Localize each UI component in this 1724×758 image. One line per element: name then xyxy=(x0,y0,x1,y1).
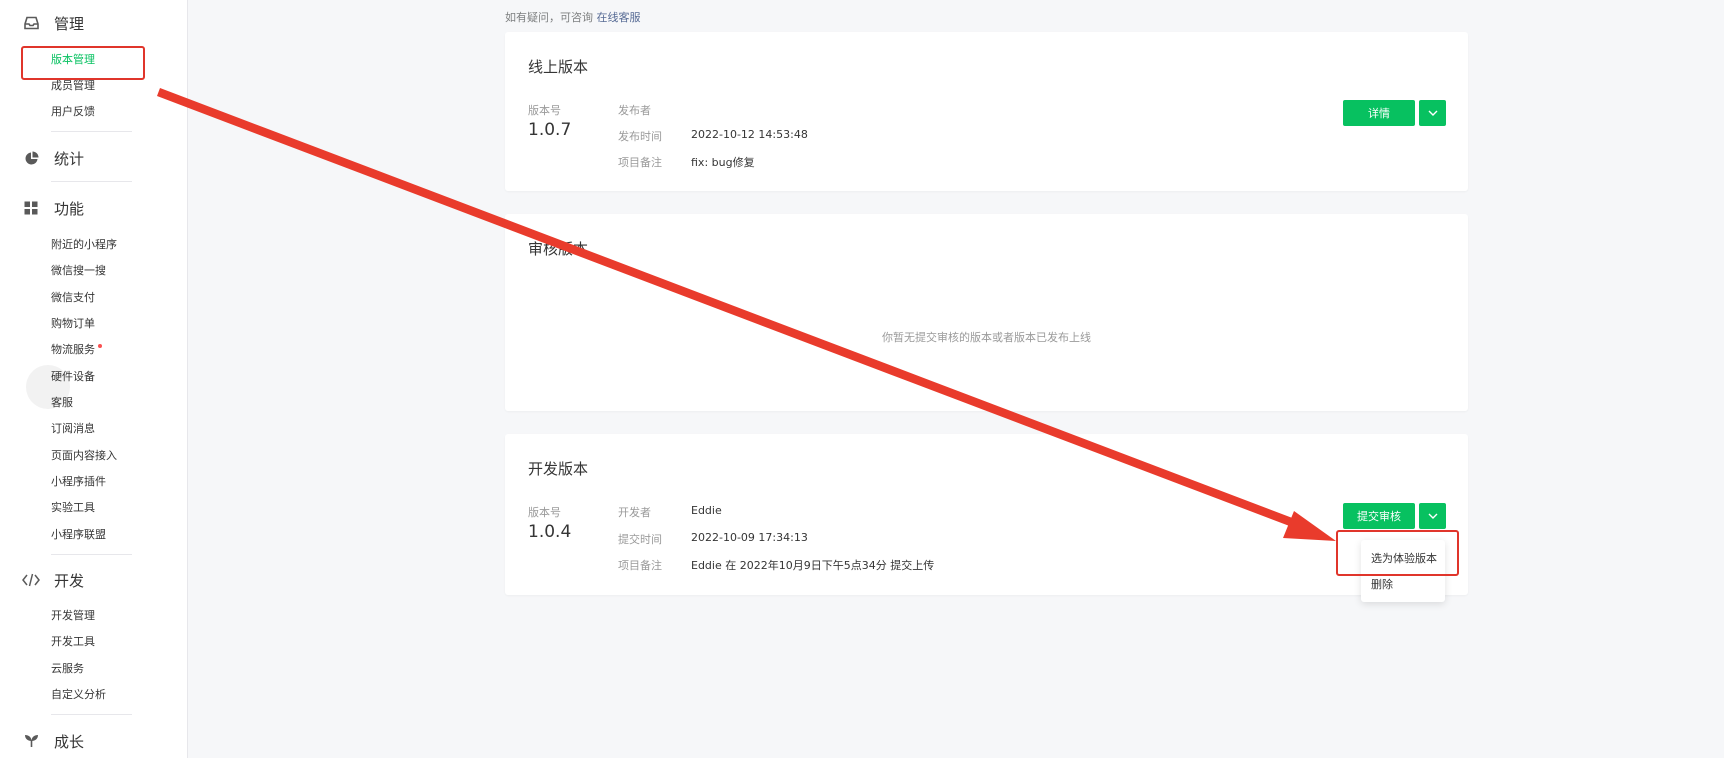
sidebar-item-subscribe-messages[interactable]: 订阅消息 xyxy=(51,421,95,437)
divider xyxy=(51,554,132,555)
submit-review-button[interactable]: 提交审核 xyxy=(1343,503,1415,529)
sidebar-item-dev-tools[interactable]: 开发工具 xyxy=(51,634,95,650)
sprout-icon xyxy=(22,732,40,750)
nav-group-label: 开发 xyxy=(54,571,85,590)
empty-state-text: 你暂无提交审核的版本或者版本已发布上线 xyxy=(882,331,1091,344)
code-icon xyxy=(22,571,40,589)
nav-group-label: 管理 xyxy=(54,14,85,33)
helper-text: 如有疑问，可咨询 xyxy=(505,11,593,24)
chevron-down-icon xyxy=(1428,110,1437,116)
sidebar: 管理 版本管理 成员管理 用户反馈 统计 功能 附近的小程序 微信搜一搜 微信支… xyxy=(0,0,188,758)
submit-time-label: 提交时间 xyxy=(618,533,662,546)
version-label: 版本号 xyxy=(528,506,561,519)
version-label: 版本号 xyxy=(528,104,561,117)
version-number: 1.0.4 xyxy=(528,522,572,542)
annotation-box-sidebar xyxy=(21,46,145,80)
nav-group-label: 功能 xyxy=(54,199,85,218)
dev-more-button[interactable] xyxy=(1419,503,1446,529)
sidebar-item-alliance[interactable]: 小程序联盟 xyxy=(51,527,106,543)
sidebar-item-custom-analysis[interactable]: 自定义分析 xyxy=(51,687,106,703)
sidebar-item-wechat-pay[interactable]: 微信支付 xyxy=(51,290,95,306)
sidebar-item-shopping-orders[interactable]: 购物订单 xyxy=(51,316,95,332)
chevron-down-icon xyxy=(1428,513,1437,519)
developer-value: Eddie xyxy=(691,504,722,517)
sidebar-item-customer-service[interactable]: 客服 xyxy=(51,395,73,411)
detail-button[interactable]: 详情 xyxy=(1343,100,1415,126)
nav-group-stats[interactable]: 统计 xyxy=(22,146,84,170)
sidebar-item-label: 物流服务 xyxy=(51,343,95,356)
sidebar-item-hardware[interactable]: 硬件设备 xyxy=(51,369,95,385)
helper-line: 如有疑问，可咨询 在线客服 xyxy=(505,9,641,25)
sidebar-item-dev-management[interactable]: 开发管理 xyxy=(51,608,95,624)
developer-label: 开发者 xyxy=(618,506,651,519)
nav-group-growth[interactable]: 成长 xyxy=(22,729,84,753)
new-badge-dot xyxy=(98,344,102,348)
sidebar-item-member-management[interactable]: 成员管理 xyxy=(51,78,95,94)
card-title: 审核版本 xyxy=(528,240,589,258)
annotation-box-dropdown xyxy=(1336,530,1459,576)
divider xyxy=(51,714,132,715)
online-support-link[interactable]: 在线客服 xyxy=(597,11,641,24)
note-label: 项目备注 xyxy=(618,559,662,572)
sidebar-item-nearby-miniprogram[interactable]: 附近的小程序 xyxy=(51,237,117,253)
nav-group-label: 统计 xyxy=(54,149,85,168)
sidebar-item-cloud-service[interactable]: 云服务 xyxy=(51,661,84,677)
delete-item[interactable]: 删除 xyxy=(1371,576,1393,592)
grid-icon xyxy=(22,199,40,217)
online-more-button[interactable] xyxy=(1419,100,1446,126)
online-version-card: 线上版本 版本号 1.0.7 发布者 发布时间 2022-10-12 14:53… xyxy=(505,32,1468,191)
dev-version-card: 开发版本 版本号 1.0.4 开发者 Eddie 提交时间 2022-10-09… xyxy=(505,434,1468,595)
publisher-label: 发布者 xyxy=(618,104,651,117)
sidebar-item-plugins[interactable]: 小程序插件 xyxy=(51,474,106,490)
nav-group-develop[interactable]: 开发 xyxy=(22,568,84,592)
nav-group-label: 成长 xyxy=(54,732,85,751)
divider xyxy=(51,131,132,132)
card-title: 开发版本 xyxy=(528,460,589,478)
note-value: fix: bug修复 xyxy=(691,156,755,169)
inbox-icon xyxy=(22,14,40,32)
pie-chart-icon xyxy=(22,149,40,167)
version-number: 1.0.7 xyxy=(528,120,572,140)
divider xyxy=(51,181,132,182)
nav-group-manage[interactable]: 管理 xyxy=(22,11,84,35)
sidebar-item-page-content[interactable]: 页面内容接入 xyxy=(51,448,117,464)
sidebar-item-user-feedback[interactable]: 用户反馈 xyxy=(51,104,95,120)
review-version-card: 审核版本 你暂无提交审核的版本或者版本已发布上线 xyxy=(505,214,1468,411)
sidebar-item-logistics[interactable]: 物流服务 xyxy=(51,342,102,358)
publish-time-value: 2022-10-12 14:53:48 xyxy=(691,128,808,141)
nav-group-features[interactable]: 功能 xyxy=(22,196,84,220)
submit-time-value: 2022-10-09 17:34:13 xyxy=(691,531,808,544)
note-label: 项目备注 xyxy=(618,156,662,169)
sidebar-item-wechat-search[interactable]: 微信搜一搜 xyxy=(51,263,106,279)
publish-time-label: 发布时间 xyxy=(618,130,662,143)
note-value: Eddie 在 2022年10月9日下午5点34分 提交上传 xyxy=(691,559,935,572)
card-title: 线上版本 xyxy=(528,58,589,76)
sidebar-item-lab-tools[interactable]: 实验工具 xyxy=(51,500,95,516)
